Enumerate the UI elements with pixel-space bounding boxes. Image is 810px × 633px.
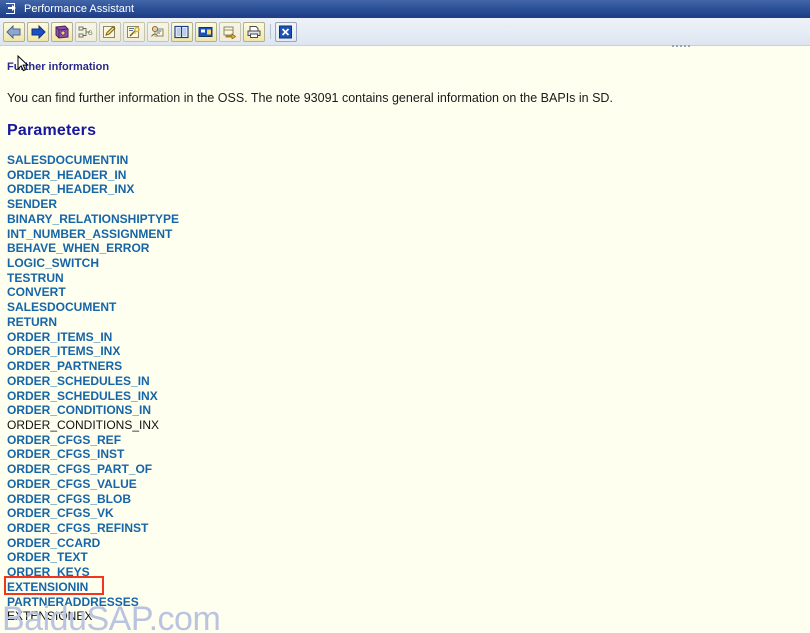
parameter-link[interactable]: ORDER_KEYS bbox=[7, 565, 407, 580]
export-button[interactable] bbox=[219, 22, 241, 42]
parameter-link[interactable]: ORDER_HEADER_IN bbox=[7, 168, 407, 183]
library-button[interactable] bbox=[171, 22, 193, 42]
back-button[interactable] bbox=[3, 22, 25, 42]
parameter-link[interactable]: EXTENSIONIN bbox=[7, 580, 407, 595]
parameter-link[interactable]: ORDER_CFGS_BLOB bbox=[7, 492, 407, 507]
print-button[interactable] bbox=[243, 22, 265, 42]
parameter-link[interactable]: ORDER_PARTNERS bbox=[7, 359, 407, 374]
title-bar: Performance Assistant bbox=[0, 0, 810, 18]
parameter-link[interactable]: ORDER_SCHEDULES_IN bbox=[7, 374, 407, 389]
parameter-link[interactable]: ORDER_ITEMS_IN bbox=[7, 330, 407, 345]
parameter-link[interactable]: TESTRUN bbox=[7, 271, 407, 286]
parameter-link[interactable]: SALESDOCUMENTIN bbox=[7, 153, 407, 168]
window-title: Performance Assistant bbox=[24, 3, 134, 15]
technical-info-button[interactable] bbox=[123, 22, 145, 42]
parameter-link[interactable]: ORDER_TEXT bbox=[7, 550, 407, 565]
hierarchy-button[interactable]: G bbox=[75, 22, 97, 42]
parameter-link[interactable]: ORDER_SCHEDULES_INX bbox=[7, 389, 407, 404]
parameter-link[interactable]: LOGIC_SWITCH bbox=[7, 256, 407, 271]
parameter-link[interactable]: CONVERT bbox=[7, 285, 407, 300]
parameter-link[interactable]: ORDER_CFGS_PART_OF bbox=[7, 462, 407, 477]
parameter-link[interactable]: BINARY_RELATIONSHIPTYPE bbox=[7, 212, 407, 227]
parameter-link[interactable]: ORDER_ITEMS_INX bbox=[7, 344, 407, 359]
cancel-button[interactable] bbox=[275, 22, 297, 42]
user-support-button[interactable] bbox=[147, 22, 169, 42]
parameter-link[interactable]: SENDER bbox=[7, 197, 407, 212]
further-information-text: You can find further information in the … bbox=[7, 91, 613, 105]
performance-assistant-window: Performance Assistant bbox=[0, 0, 810, 633]
notes-button[interactable] bbox=[99, 22, 121, 42]
forward-button[interactable] bbox=[27, 22, 49, 42]
watermark: BaiduSAP.com bbox=[2, 600, 220, 633]
svg-text:G: G bbox=[88, 31, 93, 37]
parameter-link[interactable]: ORDER_CFGS_INST bbox=[7, 447, 407, 462]
parameter-label: ORDER_CONDITIONS_INX bbox=[7, 418, 407, 433]
parameters-heading: Parameters bbox=[7, 122, 96, 140]
parameter-link[interactable]: INT_NUMBER_ASSIGNMENT bbox=[7, 227, 407, 242]
toolbar-separator bbox=[270, 24, 271, 39]
document-arrow-icon bbox=[6, 3, 19, 15]
parameter-link[interactable]: RETURN bbox=[7, 315, 407, 330]
parameters-list: SALESDOCUMENTINORDER_HEADER_INORDER_HEAD… bbox=[7, 153, 407, 624]
parameter-link[interactable]: ORDER_CFGS_REFINST bbox=[7, 521, 407, 536]
parameter-link[interactable]: BEHAVE_WHEN_ERROR bbox=[7, 241, 407, 256]
parameter-link[interactable]: ORDER_CCARD bbox=[7, 536, 407, 551]
parameter-link[interactable]: SALESDOCUMENT bbox=[7, 300, 407, 315]
note-card-button[interactable] bbox=[195, 22, 217, 42]
parameter-link[interactable]: ORDER_CONDITIONS_IN bbox=[7, 403, 407, 418]
parameter-link[interactable]: ORDER_CFGS_VALUE bbox=[7, 477, 407, 492]
parameter-link[interactable]: ORDER_HEADER_INX bbox=[7, 182, 407, 197]
further-information-heading: Further information bbox=[7, 61, 109, 73]
glossary-button[interactable] bbox=[51, 22, 73, 42]
parameter-link[interactable]: ORDER_CFGS_VK bbox=[7, 506, 407, 521]
parameter-link[interactable]: ORDER_CFGS_REF bbox=[7, 433, 407, 448]
toolbar: G bbox=[0, 18, 810, 46]
